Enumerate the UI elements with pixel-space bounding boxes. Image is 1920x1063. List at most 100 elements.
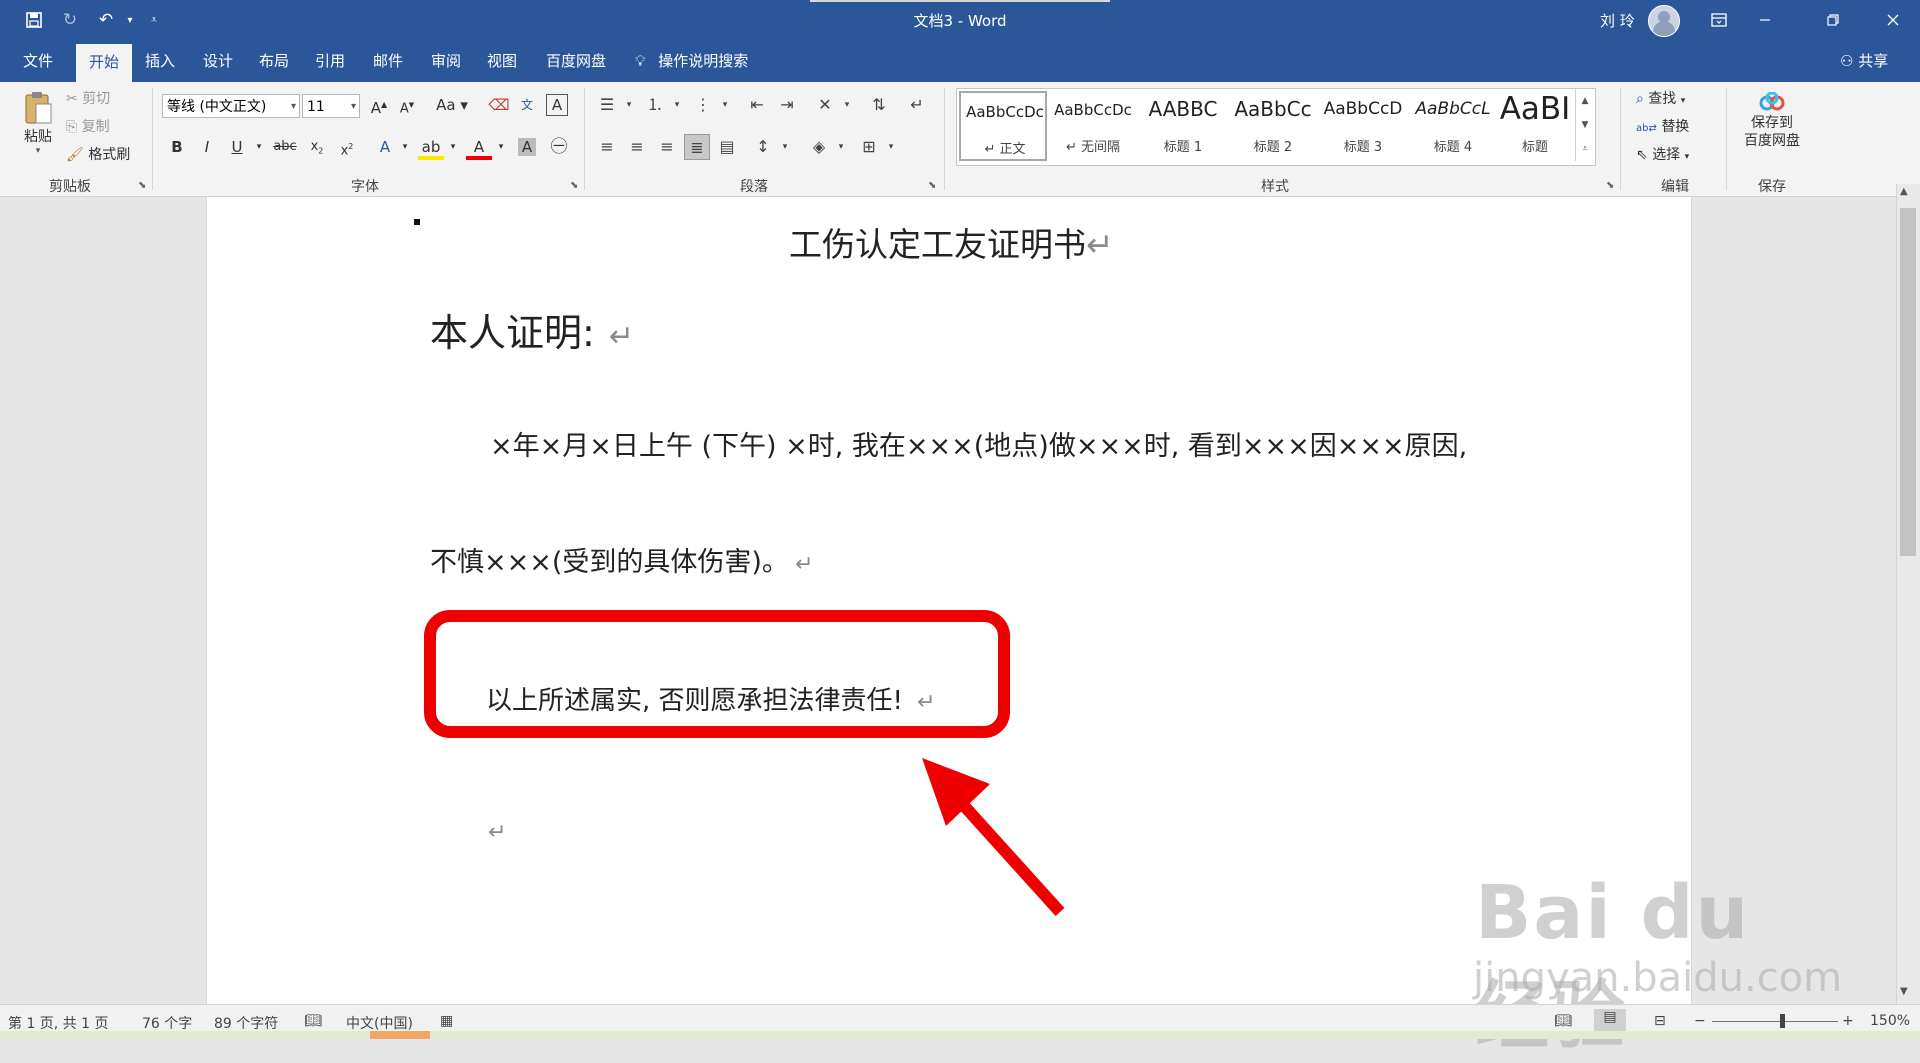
restore-icon[interactable] [1810,0,1856,40]
shrink-font-icon[interactable]: A▼ [394,92,420,118]
clear-formatting-icon[interactable]: ⌫ [486,92,512,118]
style-normal[interactable]: AaBbCcDc ↵ 正文 [959,91,1047,161]
superscript-icon[interactable]: x2 [334,134,360,160]
bullets-dropdown-icon[interactable]: ▾ [616,92,642,118]
strikethrough-icon[interactable]: abc [272,134,298,160]
text-effects-dropdown-icon[interactable]: ▾ [392,134,418,160]
change-case-icon[interactable]: Aa ▾ [432,92,472,118]
copy-button[interactable]: ⎘ 复制 [66,116,110,136]
tab-design[interactable]: 设计 [194,40,242,82]
character-border-icon[interactable]: A [546,94,568,116]
zoom-slider-thumb[interactable] [1780,1014,1785,1028]
find-button[interactable]: ⌕ 查找 ▾ [1636,88,1685,108]
tab-view[interactable]: 视图 [478,40,526,82]
document-heading[interactable]: 本人证明: ↵ [430,302,634,357]
bold-icon[interactable]: B [164,134,190,160]
tab-insert[interactable]: 插入 [136,40,184,82]
language-indicator[interactable]: 中文(中国) [346,1013,413,1033]
tab-mailings[interactable]: 邮件 [364,40,412,82]
italic-icon[interactable]: I [194,134,220,160]
share-button[interactable]: ⚇ 共享 [1840,40,1888,82]
paste-button[interactable]: 粘贴 ▾ [18,90,58,156]
gallery-up-icon[interactable]: ▲ [1575,89,1594,113]
scroll-up-icon[interactable]: ▲ [1900,186,1908,197]
highlight-dropdown-icon[interactable]: ▾ [440,134,466,160]
tab-references[interactable]: 引用 [306,40,354,82]
justify-icon[interactable]: ≣ [684,134,710,160]
font-launcher-icon[interactable]: ⬊ [570,180,578,191]
save-group-label: 保存 [1758,179,1786,195]
character-shading-icon[interactable]: A [518,138,536,156]
zoom-level[interactable]: 150% [1870,1013,1910,1029]
grow-font-icon[interactable]: A▲ [366,92,392,118]
zoom-out-icon[interactable]: − [1694,1013,1706,1029]
font-name-combo[interactable]: 等线 (中文正文) ▾ [162,94,300,118]
scroll-down-icon[interactable]: ▼ [1900,986,1908,997]
zoom-in-icon[interactable]: + [1842,1013,1854,1029]
tab-layout[interactable]: 布局 [250,40,298,82]
phonetic-guide-icon[interactable]: 文 [514,92,540,118]
multilevel-dropdown-icon[interactable]: ▾ [712,92,738,118]
web-layout-icon[interactable]: ⊟ [1654,1013,1666,1029]
underline-dropdown-icon[interactable]: ▾ [246,134,272,160]
enclose-characters-icon[interactable]: ㊀ [546,134,572,160]
save-to-baidu-button[interactable]: 保存到 百度网盘 [1734,91,1810,150]
gallery-down-icon[interactable]: ▼ [1575,113,1594,137]
shading-dropdown-icon[interactable]: ▾ [828,134,854,160]
cut-button[interactable]: ✂ 剪切 [66,88,110,108]
decrease-indent-icon[interactable]: ⇤ [744,92,770,118]
format-painter-button[interactable]: 🖌︎ 格式刷 [66,144,130,164]
style-name: 标题 4 [1433,140,1473,155]
sort-icon[interactable]: ⇅ [866,92,892,118]
numbering-dropdown-icon[interactable]: ▾ [664,92,690,118]
style-name: 标题 3 [1343,140,1383,155]
scrollbar-thumb[interactable] [1900,208,1916,556]
distributed-icon[interactable]: ▤ [714,134,740,160]
word-count[interactable]: 76 个字 [142,1013,192,1033]
replace-button[interactable]: ab⇄ 替换 [1636,116,1689,136]
styles-launcher-icon[interactable]: ⬊ [1606,180,1614,191]
read-mode-icon[interactable]: 📖︎ [1554,1013,1572,1029]
clipboard-launcher-icon[interactable]: ⬊ [138,180,146,191]
borders-dropdown-icon[interactable]: ▾ [878,134,904,160]
select-button[interactable]: ⇖ 选择 ▾ [1636,144,1689,164]
print-layout-icon[interactable]: ▤ [1594,1009,1626,1031]
increase-indent-icon[interactable]: ⇥ [774,92,800,118]
paragraph-launcher-icon[interactable]: ⬊ [928,180,936,191]
paste-dropdown-icon[interactable]: ▾ [18,146,58,156]
document-title[interactable]: 工伤认定工友证明书↵ [789,218,1114,266]
align-right-icon[interactable]: ≡ [654,134,680,160]
align-center-icon[interactable]: ≡ [624,134,650,160]
style-heading-1[interactable]: AABBC 标题 1 [1139,91,1227,161]
body-line-1[interactable]: ×年×月×日上午 (下午) ×时, 我在×××(地点)做×××时, 看到×××因… [490,424,1467,463]
char-count[interactable]: 89 个字符 [214,1013,278,1033]
chinese-layout-dropdown-icon[interactable]: ▾ [834,92,860,118]
zoom-slider[interactable] [1712,1021,1838,1022]
tab-home[interactable]: 开始 [76,44,132,82]
close-icon[interactable] [1870,0,1916,40]
align-left-icon[interactable]: ≡ [594,134,620,160]
tab-baidu-netdisk[interactable]: 百度网盘 [536,40,616,82]
show-formatting-marks-icon[interactable]: ↵ [904,92,930,118]
ribbon-display-options-icon[interactable] [1696,0,1742,40]
macro-record-icon[interactable]: ▦ [440,1013,453,1029]
font-color-dropdown-icon[interactable]: ▾ [488,134,514,160]
style-no-spacing[interactable]: AaBbCcDc ↵ 无间隔 [1049,91,1137,161]
style-heading-4[interactable]: AaBbCcL 标题 4 [1409,91,1497,161]
tab-review[interactable]: 审阅 [422,40,470,82]
line-spacing-dropdown-icon[interactable]: ▾ [772,134,798,160]
tell-me-search[interactable]: 💡︎ 操作说明搜索 [635,40,748,82]
avatar[interactable] [1648,5,1680,37]
style-heading-2[interactable]: AaBbCc 标题 2 [1229,91,1317,161]
minimize-icon[interactable] [1742,0,1788,40]
page-count[interactable]: 第 1 页, 共 1 页 [8,1013,109,1033]
style-heading-3[interactable]: AaBbCcD 标题 3 [1319,91,1407,161]
font-size-combo[interactable]: 11 ▾ [302,94,360,118]
subscript-icon[interactable]: x2 [304,134,330,160]
user-name[interactable]: 刘 玲 [1600,10,1635,31]
body-line-2[interactable]: 不慎×××(受到的具体伤害)。 ↵ [430,540,813,579]
gallery-more-icon[interactable]: ⩡ [1575,137,1594,161]
tab-file[interactable]: 文件 [8,40,68,82]
proofing-icon[interactable]: 📖︎ [304,1013,322,1029]
style-title[interactable]: AaBI 标题 [1499,91,1571,161]
